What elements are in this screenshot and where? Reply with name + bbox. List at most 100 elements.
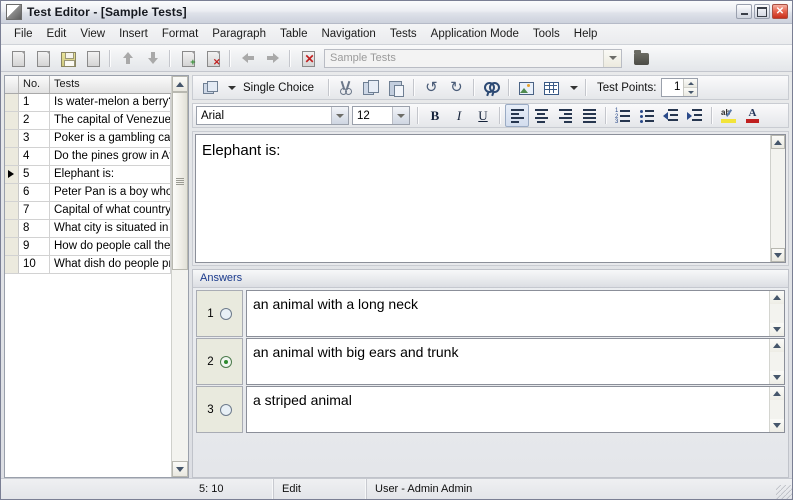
question-editor[interactable]: Elephant is: — [195, 134, 786, 263]
insert-table-button[interactable] — [539, 76, 564, 100]
table-row[interactable]: 7 Capital of what country is — [5, 202, 171, 220]
close-button[interactable]: ✕ — [772, 4, 788, 19]
next-button[interactable] — [260, 46, 285, 70]
italic-button[interactable]: I — [447, 104, 471, 127]
cut-button[interactable] — [334, 76, 359, 100]
chevron-down-icon[interactable] — [228, 85, 236, 90]
question-text[interactable]: Elephant is: — [196, 135, 770, 262]
table-row[interactable]: 6 Peter Pan is a boy who had — [5, 184, 171, 202]
bullet-list-button[interactable] — [635, 104, 659, 127]
align-center-button[interactable] — [529, 104, 553, 127]
column-header-tests[interactable]: Tests — [50, 76, 171, 93]
previous-button[interactable] — [235, 46, 260, 70]
menu-item-format[interactable]: Format — [155, 26, 205, 42]
bold-button[interactable]: B — [423, 104, 447, 127]
answer-editor[interactable]: an animal with big ears and trunk — [246, 338, 785, 385]
insert-image-button[interactable] — [514, 76, 539, 100]
font-name-combo[interactable]: Arial — [196, 106, 349, 125]
resize-grip[interactable] — [776, 485, 792, 499]
scroll-down-button[interactable] — [770, 323, 784, 336]
chevron-down-icon[interactable] — [331, 107, 348, 124]
table-row[interactable]: 9 How do people call the c — [5, 238, 171, 256]
test-selector-combo[interactable]: Sample Tests — [324, 48, 622, 68]
browse-tests-button[interactable] — [628, 46, 653, 70]
answer-selector[interactable]: 3 — [196, 386, 243, 433]
scroll-thumb[interactable] — [172, 92, 188, 270]
answer-scrollbar[interactable] — [769, 387, 784, 432]
table-row-selected[interactable]: 5 Elephant is: — [5, 166, 171, 184]
menu-item-insert[interactable]: Insert — [112, 26, 155, 42]
font-color-button[interactable]: A — [741, 104, 765, 127]
answer-selector[interactable]: 1 — [196, 290, 243, 337]
find-button[interactable] — [479, 76, 504, 100]
redo-button[interactable]: ↻ — [444, 76, 469, 100]
menu-item-help[interactable]: Help — [567, 26, 605, 42]
test-list-grid[interactable]: No. Tests 1 Is water-melon a berry? 2 Th… — [5, 76, 188, 477]
test-points-value[interactable]: 1 — [662, 79, 683, 96]
scroll-down-button[interactable] — [172, 461, 188, 477]
print-button[interactable] — [80, 46, 105, 70]
align-left-button[interactable] — [505, 104, 529, 127]
scroll-up-button[interactable] — [172, 76, 188, 92]
question-scrollbar[interactable] — [770, 135, 785, 262]
test-points-increase[interactable] — [684, 79, 698, 88]
scroll-up-button[interactable] — [770, 339, 784, 352]
scroll-up-button[interactable] — [770, 291, 784, 304]
open-button[interactable] — [30, 46, 55, 70]
save-button[interactable] — [55, 46, 80, 70]
answer-scrollbar[interactable] — [769, 291, 784, 336]
scroll-up-button[interactable] — [771, 135, 785, 149]
menu-item-navigation[interactable]: Navigation — [314, 26, 382, 42]
move-down-button[interactable] — [140, 46, 165, 70]
scroll-down-button[interactable] — [770, 371, 784, 384]
answer-selector[interactable]: 2 — [196, 338, 243, 385]
menu-item-view[interactable]: View — [73, 26, 112, 42]
column-header-no[interactable]: No. — [19, 76, 50, 93]
table-row[interactable]: 8 What city is situated in G — [5, 220, 171, 238]
answer-editor[interactable]: a striped animal — [246, 386, 785, 433]
paste-button[interactable] — [384, 76, 409, 100]
scroll-track[interactable] — [172, 92, 188, 461]
answer-text[interactable]: a striped animal — [247, 387, 769, 432]
menu-item-edit[interactable]: Edit — [40, 26, 74, 42]
table-row[interactable]: 4 Do the pines grow in Africa? — [5, 148, 171, 166]
question-type-selector[interactable]: Single Choice — [239, 82, 314, 94]
undo-button[interactable]: ↺ — [419, 76, 444, 100]
maximize-button[interactable] — [754, 4, 770, 19]
increase-indent-button[interactable] — [683, 104, 707, 127]
answer-radio[interactable] — [219, 403, 232, 416]
answer-radio[interactable] — [219, 307, 232, 320]
copy-button[interactable] — [359, 76, 384, 100]
table-row[interactable]: 1 Is water-melon a berry? — [5, 94, 171, 112]
test-points-stepper[interactable]: 1 — [661, 78, 699, 97]
answer-scrollbar[interactable] — [769, 339, 784, 384]
scroll-down-button[interactable] — [770, 419, 784, 432]
scroll-down-button[interactable] — [771, 248, 785, 262]
font-size-combo[interactable]: 12 — [352, 106, 410, 125]
menu-item-tests[interactable]: Tests — [383, 26, 424, 42]
numbered-list-button[interactable]: 1 2 3 — [611, 104, 635, 127]
table-options-chevron-down-icon[interactable] — [569, 85, 578, 90]
test-list-scrollbar[interactable] — [171, 76, 188, 477]
new-button[interactable] — [5, 46, 30, 70]
answer-text[interactable]: an animal with a long neck — [247, 291, 769, 336]
test-points-decrease[interactable] — [684, 88, 698, 96]
scroll-track[interactable] — [771, 149, 785, 248]
align-right-button[interactable] — [553, 104, 577, 127]
menu-item-application-mode[interactable]: Application Mode — [424, 26, 526, 42]
answer-row[interactable]: 1 an animal with a long neck — [196, 290, 785, 337]
add-question-button[interactable]: + — [175, 46, 200, 70]
table-row[interactable]: 3 Poker is a gambling card game — [5, 130, 171, 148]
chevron-down-icon[interactable] — [603, 49, 621, 67]
answer-radio-selected[interactable] — [219, 355, 232, 368]
question-type-button[interactable] — [197, 76, 222, 100]
decrease-indent-button[interactable] — [659, 104, 683, 127]
highlight-button[interactable]: ab — [717, 104, 741, 127]
chevron-down-icon[interactable] — [392, 107, 409, 124]
delete-test-button[interactable]: ✕ — [295, 46, 320, 70]
scroll-up-button[interactable] — [770, 387, 784, 400]
align-justify-button[interactable] — [577, 104, 601, 127]
answer-row[interactable]: 2 an animal with big ears and trunk — [196, 338, 785, 385]
menu-item-tools[interactable]: Tools — [526, 26, 567, 42]
underline-button[interactable]: U — [471, 104, 495, 127]
